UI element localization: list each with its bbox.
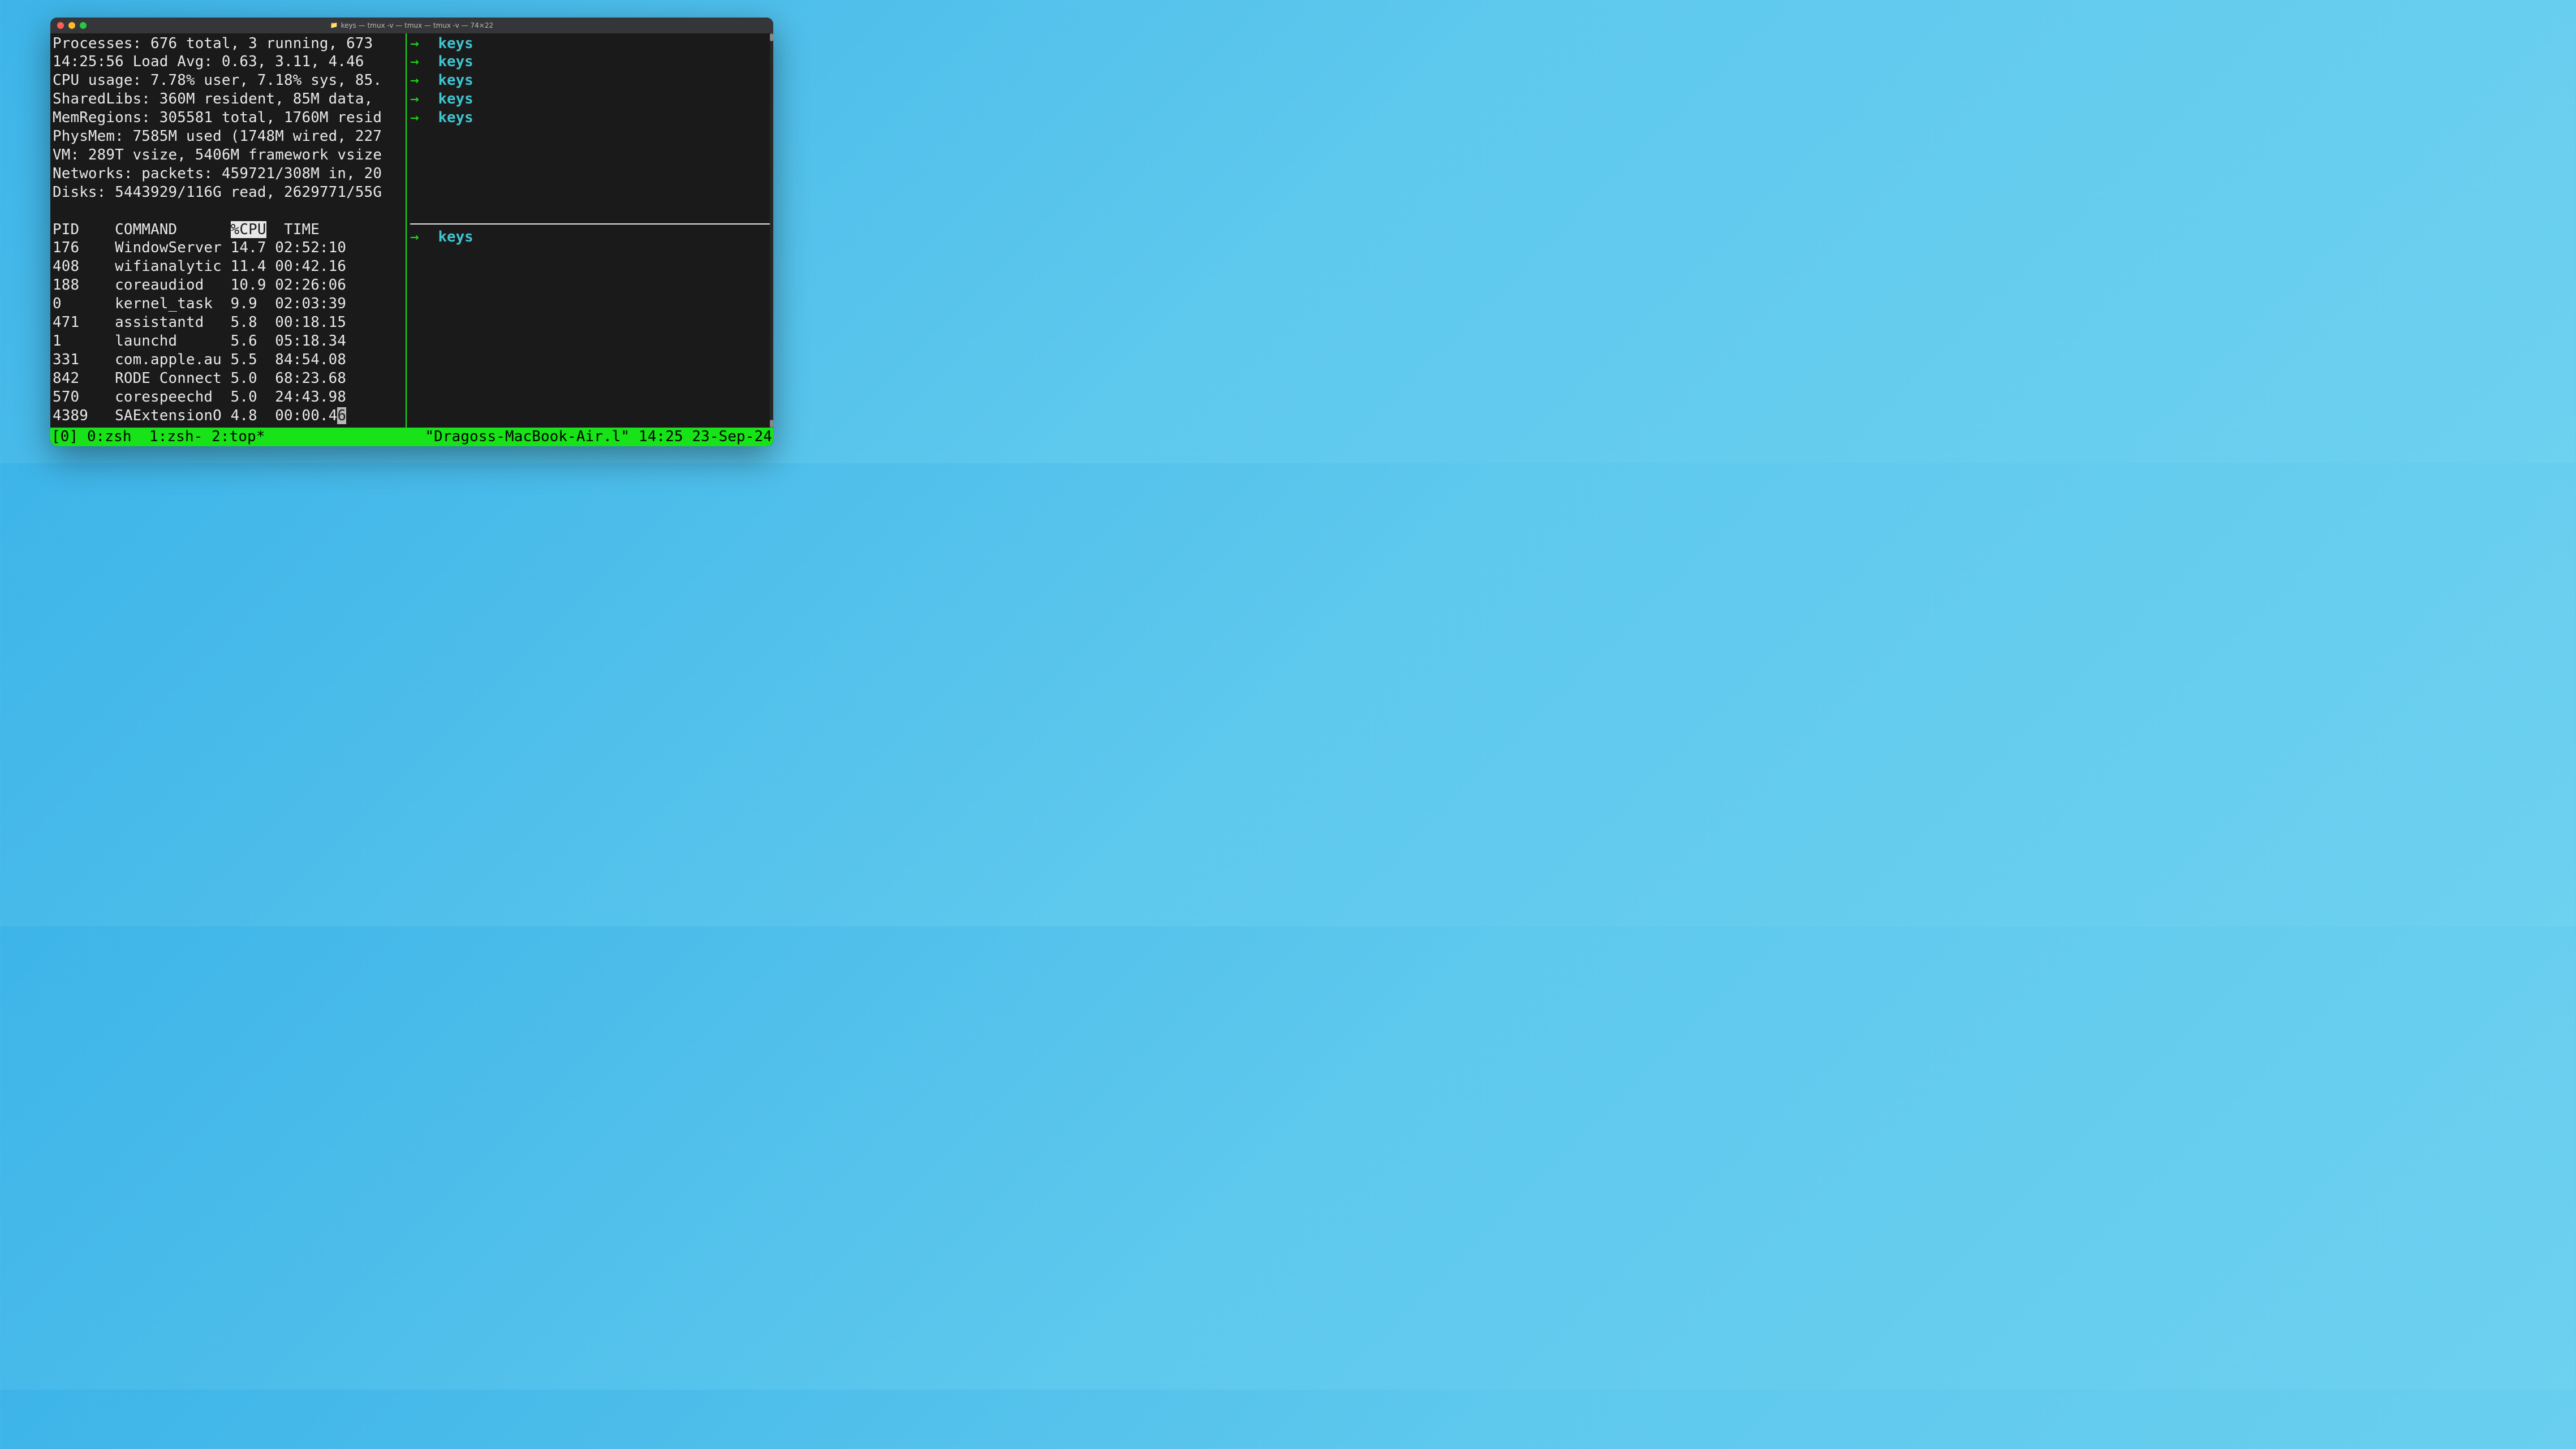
prompt-arrow-icon: → <box>410 34 419 53</box>
sort-column-highlight: %CPU <box>231 221 266 238</box>
zoom-icon[interactable] <box>80 22 87 29</box>
folder-icon: 📁 <box>330 21 338 29</box>
pane-right: → keys → keys → keys → keys → keys → keys <box>407 33 773 428</box>
process-row: 1 launchd 5.6 05:18.34 <box>53 332 403 351</box>
blank-line <box>53 202 403 221</box>
process-row: 570 corespeechd 5.0 24:43.98 <box>53 388 403 407</box>
top-header-line: CPU usage: 7.78% user, 7.18% sys, 85. <box>53 71 403 90</box>
process-row: 331 com.apple.au 5.5 84:54.08 <box>53 351 403 369</box>
prompt-cwd: keys <box>438 71 473 90</box>
tmux-panes: Processes: 676 total, 3 running, 673 14:… <box>50 33 773 428</box>
scrollbar-thumb-bottom[interactable] <box>770 420 773 428</box>
terminal-window: 📁 keys — tmux -v — tmux — tmux -v — 74×2… <box>50 18 773 446</box>
close-icon[interactable] <box>57 22 64 29</box>
process-row: 471 assistantd 5.8 00:18.15 <box>53 313 403 332</box>
process-row: 0 kernel_task 9.9 02:03:39 <box>53 295 403 313</box>
shell-prompt[interactable]: → keys <box>410 53 770 71</box>
process-row: 176 WindowServer 14.7 02:52:10 <box>53 239 403 257</box>
pane-right-top[interactable]: → keys → keys → keys → keys → keys <box>407 33 773 223</box>
prompt-arrow-icon: → <box>410 71 419 90</box>
top-columns-header: PID COMMAND %CPU TIME <box>53 221 403 239</box>
shell-prompt[interactable]: → keys <box>410 90 770 109</box>
top-header-line: Disks: 5443929/116G read, 2629771/55G <box>53 183 403 202</box>
top-header-line: MemRegions: 305581 total, 1760M resid <box>53 109 403 127</box>
prompt-cwd: keys <box>438 90 473 109</box>
prompt-cwd: keys <box>438 53 473 71</box>
prompt-cwd: keys <box>438 109 473 127</box>
process-row: 842 RODE Connect 5.0 68:23.68 <box>53 369 403 388</box>
shell-prompt[interactable]: → keys <box>410 228 770 247</box>
pane-left-top-output[interactable]: Processes: 676 total, 3 running, 673 14:… <box>50 33 406 428</box>
traffic-lights <box>57 22 87 29</box>
top-header-line: Networks: packets: 459721/308M in, 20 <box>53 165 403 183</box>
scrollbar-thumb[interactable] <box>770 33 773 41</box>
status-right: "Dragoss-MacBook-Air.l" 14:25 23-Sep-24 <box>425 428 772 446</box>
status-spacer <box>265 428 425 446</box>
prompt-arrow-icon: → <box>410 109 419 127</box>
top-header-line: Processes: 676 total, 3 running, 673 <box>53 34 403 53</box>
minimize-icon[interactable] <box>68 22 75 29</box>
window-title-text: keys — tmux -v — tmux — tmux -v — 74×22 <box>341 21 494 29</box>
prompt-arrow-icon: → <box>410 90 419 109</box>
tmux-statusbar[interactable]: [0] 0:zsh 1:zsh- 2:top* "Dragoss-MacBook… <box>50 428 773 446</box>
process-row: 4389 SAExtensionO 4.8 00:00.46 <box>53 407 403 425</box>
shell-prompt[interactable]: → keys <box>410 109 770 127</box>
shell-prompt[interactable]: → keys <box>410 71 770 90</box>
scrollbar-track[interactable] <box>770 33 773 428</box>
cursor: 6 <box>337 407 346 424</box>
status-left: [0] 0:zsh 1:zsh- 2:top* <box>51 428 265 446</box>
top-header-line: PhysMem: 7585M used (1748M wired, 227 <box>53 127 403 146</box>
top-header-line: 14:25:56 Load Avg: 0.63, 3.11, 4.46 <box>53 53 403 71</box>
prompt-cwd: keys <box>438 228 473 247</box>
pane-right-bottom[interactable]: → keys <box>407 225 773 428</box>
prompt-cwd: keys <box>438 34 473 53</box>
process-row: 188 coreaudiod 10.9 02:26:06 <box>53 276 403 295</box>
process-row: 408 wifianalytic 11.4 00:42.16 <box>53 257 403 276</box>
window-title: 📁 keys — tmux -v — tmux — tmux -v — 74×2… <box>330 21 493 29</box>
top-header-line: VM: 289T vsize, 5406M framework vsize <box>53 146 403 165</box>
prompt-arrow-icon: → <box>410 228 419 247</box>
top-header-line: SharedLibs: 360M resident, 85M data, <box>53 90 403 109</box>
shell-prompt[interactable]: → keys <box>410 34 770 53</box>
titlebar[interactable]: 📁 keys — tmux -v — tmux — tmux -v — 74×2… <box>50 18 773 33</box>
prompt-arrow-icon: → <box>410 53 419 71</box>
terminal-body[interactable]: Processes: 676 total, 3 running, 673 14:… <box>50 33 773 446</box>
